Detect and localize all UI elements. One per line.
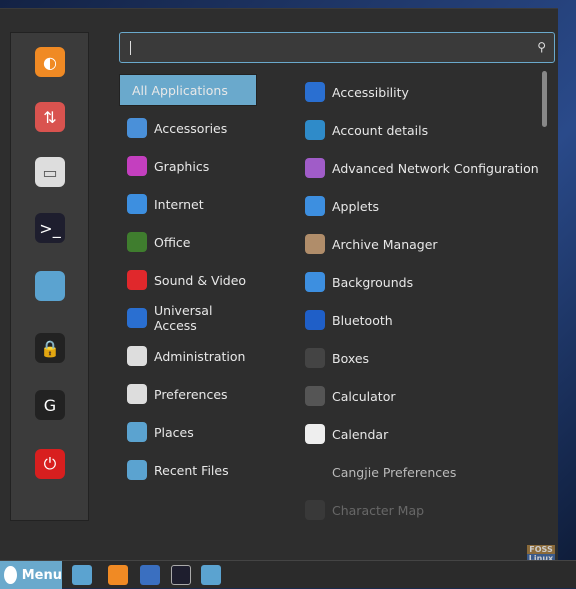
app-cangjie-preferences[interactable]: Cangjie Preferences xyxy=(305,460,456,484)
app-label: Bluetooth xyxy=(332,312,393,328)
mint-logo-icon xyxy=(4,566,17,584)
app-label: Applets xyxy=(332,198,379,214)
cloud-icon xyxy=(127,194,147,214)
favorites-sidebar: ◐ ⇅ ▭ >_ 🔒 G ⏻ xyxy=(10,32,89,521)
recent-folder-icon xyxy=(127,460,147,480)
app-boxes[interactable]: Boxes xyxy=(305,346,369,370)
shutdown-icon[interactable]: ⏻ xyxy=(35,449,65,479)
text-cursor xyxy=(130,41,131,55)
logout-icon[interactable]: G xyxy=(35,390,65,420)
taskbar: Menu xyxy=(0,560,576,589)
image-icon xyxy=(305,272,325,292)
terminal-icon[interactable] xyxy=(171,565,191,585)
app-applets[interactable]: Applets xyxy=(305,194,379,218)
category-all-applications[interactable]: All Applications xyxy=(119,74,257,106)
app-bluetooth[interactable]: Bluetooth xyxy=(305,308,393,332)
document-icon xyxy=(127,232,147,252)
app-label: Backgrounds xyxy=(332,274,414,290)
category-label: Office xyxy=(154,234,191,250)
category-recent-files[interactable]: Recent Files xyxy=(119,454,257,486)
firefox-icon[interactable]: ◐ xyxy=(35,47,65,77)
character-map-icon xyxy=(305,500,325,520)
category-label: Recent Files xyxy=(154,462,229,478)
search-icon[interactable]: ⚲ xyxy=(537,40,546,54)
folder-icon xyxy=(127,422,147,442)
category-preferences[interactable]: Preferences xyxy=(119,378,257,410)
archive-icon xyxy=(305,234,325,254)
category-label: Preferences xyxy=(154,386,228,402)
files-icon[interactable] xyxy=(201,565,221,585)
user-icon xyxy=(305,120,325,140)
settings-icon[interactable]: ▭ xyxy=(35,157,65,187)
category-graphics[interactable]: Graphics xyxy=(119,150,257,182)
app-label: Calculator xyxy=(332,388,396,404)
app-account-details[interactable]: Account details xyxy=(305,118,428,142)
category-label: Places xyxy=(154,424,194,440)
app-label: Account details xyxy=(332,122,429,138)
scissors-icon xyxy=(127,118,147,138)
accessibility-icon xyxy=(305,82,325,102)
blank-icon xyxy=(305,462,325,482)
category-office[interactable]: Office xyxy=(119,226,257,258)
toggle-icon xyxy=(127,346,147,366)
app-label: Character Map xyxy=(332,502,425,518)
app-label: Boxes xyxy=(332,350,370,366)
category-label: Administration xyxy=(154,348,246,364)
calculator-icon xyxy=(305,386,325,406)
app-advanced-network-configuration[interactable]: Advanced Network Configuration xyxy=(305,156,539,180)
category-internet[interactable]: Internet xyxy=(119,188,257,220)
app-label: Archive Manager xyxy=(332,236,438,252)
lock-icon[interactable]: 🔒 xyxy=(35,333,65,363)
app-accessibility[interactable]: Accessibility xyxy=(305,80,409,104)
play-icon xyxy=(127,270,147,290)
app-label: Cangjie Preferences xyxy=(332,464,457,480)
network-icon xyxy=(305,158,325,178)
firefox-icon[interactable] xyxy=(108,565,128,585)
category-universal-access[interactable]: Universal Access xyxy=(119,302,257,334)
category-label: All Applications xyxy=(132,82,228,98)
menu-label: Menu xyxy=(21,567,62,583)
category-label: Universal Access xyxy=(154,303,213,333)
accessibility-icon xyxy=(127,308,147,328)
category-accessories[interactable]: Accessories xyxy=(119,112,257,144)
application-menu: ◐ ⇅ ▭ >_ 🔒 G ⏻ ⚲ All Applications Accessories Gr… xyxy=(0,8,558,560)
bluetooth-icon xyxy=(305,310,325,330)
category-label: Internet xyxy=(154,196,204,212)
category-label: Graphics xyxy=(154,158,210,174)
mail-icon[interactable] xyxy=(140,565,160,585)
category-label: Accessories xyxy=(154,120,228,136)
app-label: Accessibility xyxy=(332,84,409,100)
palette-icon xyxy=(127,156,147,176)
app-calendar[interactable]: Calendar xyxy=(305,422,388,446)
terminal-icon[interactable]: >_ xyxy=(35,213,65,243)
category-administration[interactable]: Administration xyxy=(119,340,257,372)
show-desktop-icon[interactable] xyxy=(72,565,92,585)
app-label: Calendar xyxy=(332,426,389,442)
menu-button[interactable]: Menu xyxy=(0,561,62,589)
package-manager-icon[interactable]: ⇅ xyxy=(35,102,65,132)
scrollbar[interactable] xyxy=(542,71,547,127)
boxes-icon xyxy=(305,348,325,368)
app-backgrounds[interactable]: Backgrounds xyxy=(305,270,413,294)
category-sound-video[interactable]: Sound & Video xyxy=(119,264,257,296)
category-places[interactable]: Places xyxy=(119,416,257,448)
files-icon[interactable] xyxy=(35,271,65,301)
app-label: Advanced Network Configuration xyxy=(332,160,539,176)
app-calculator[interactable]: Calculator xyxy=(305,384,395,408)
app-character-map[interactable]: Character Map xyxy=(305,498,424,522)
calendar-icon xyxy=(305,424,325,444)
category-label: Sound & Video xyxy=(154,272,247,288)
applets-icon xyxy=(305,196,325,216)
settings-icon xyxy=(127,384,147,404)
search-input[interactable]: ⚲ xyxy=(119,32,555,63)
app-archive-manager[interactable]: Archive Manager xyxy=(305,232,438,256)
